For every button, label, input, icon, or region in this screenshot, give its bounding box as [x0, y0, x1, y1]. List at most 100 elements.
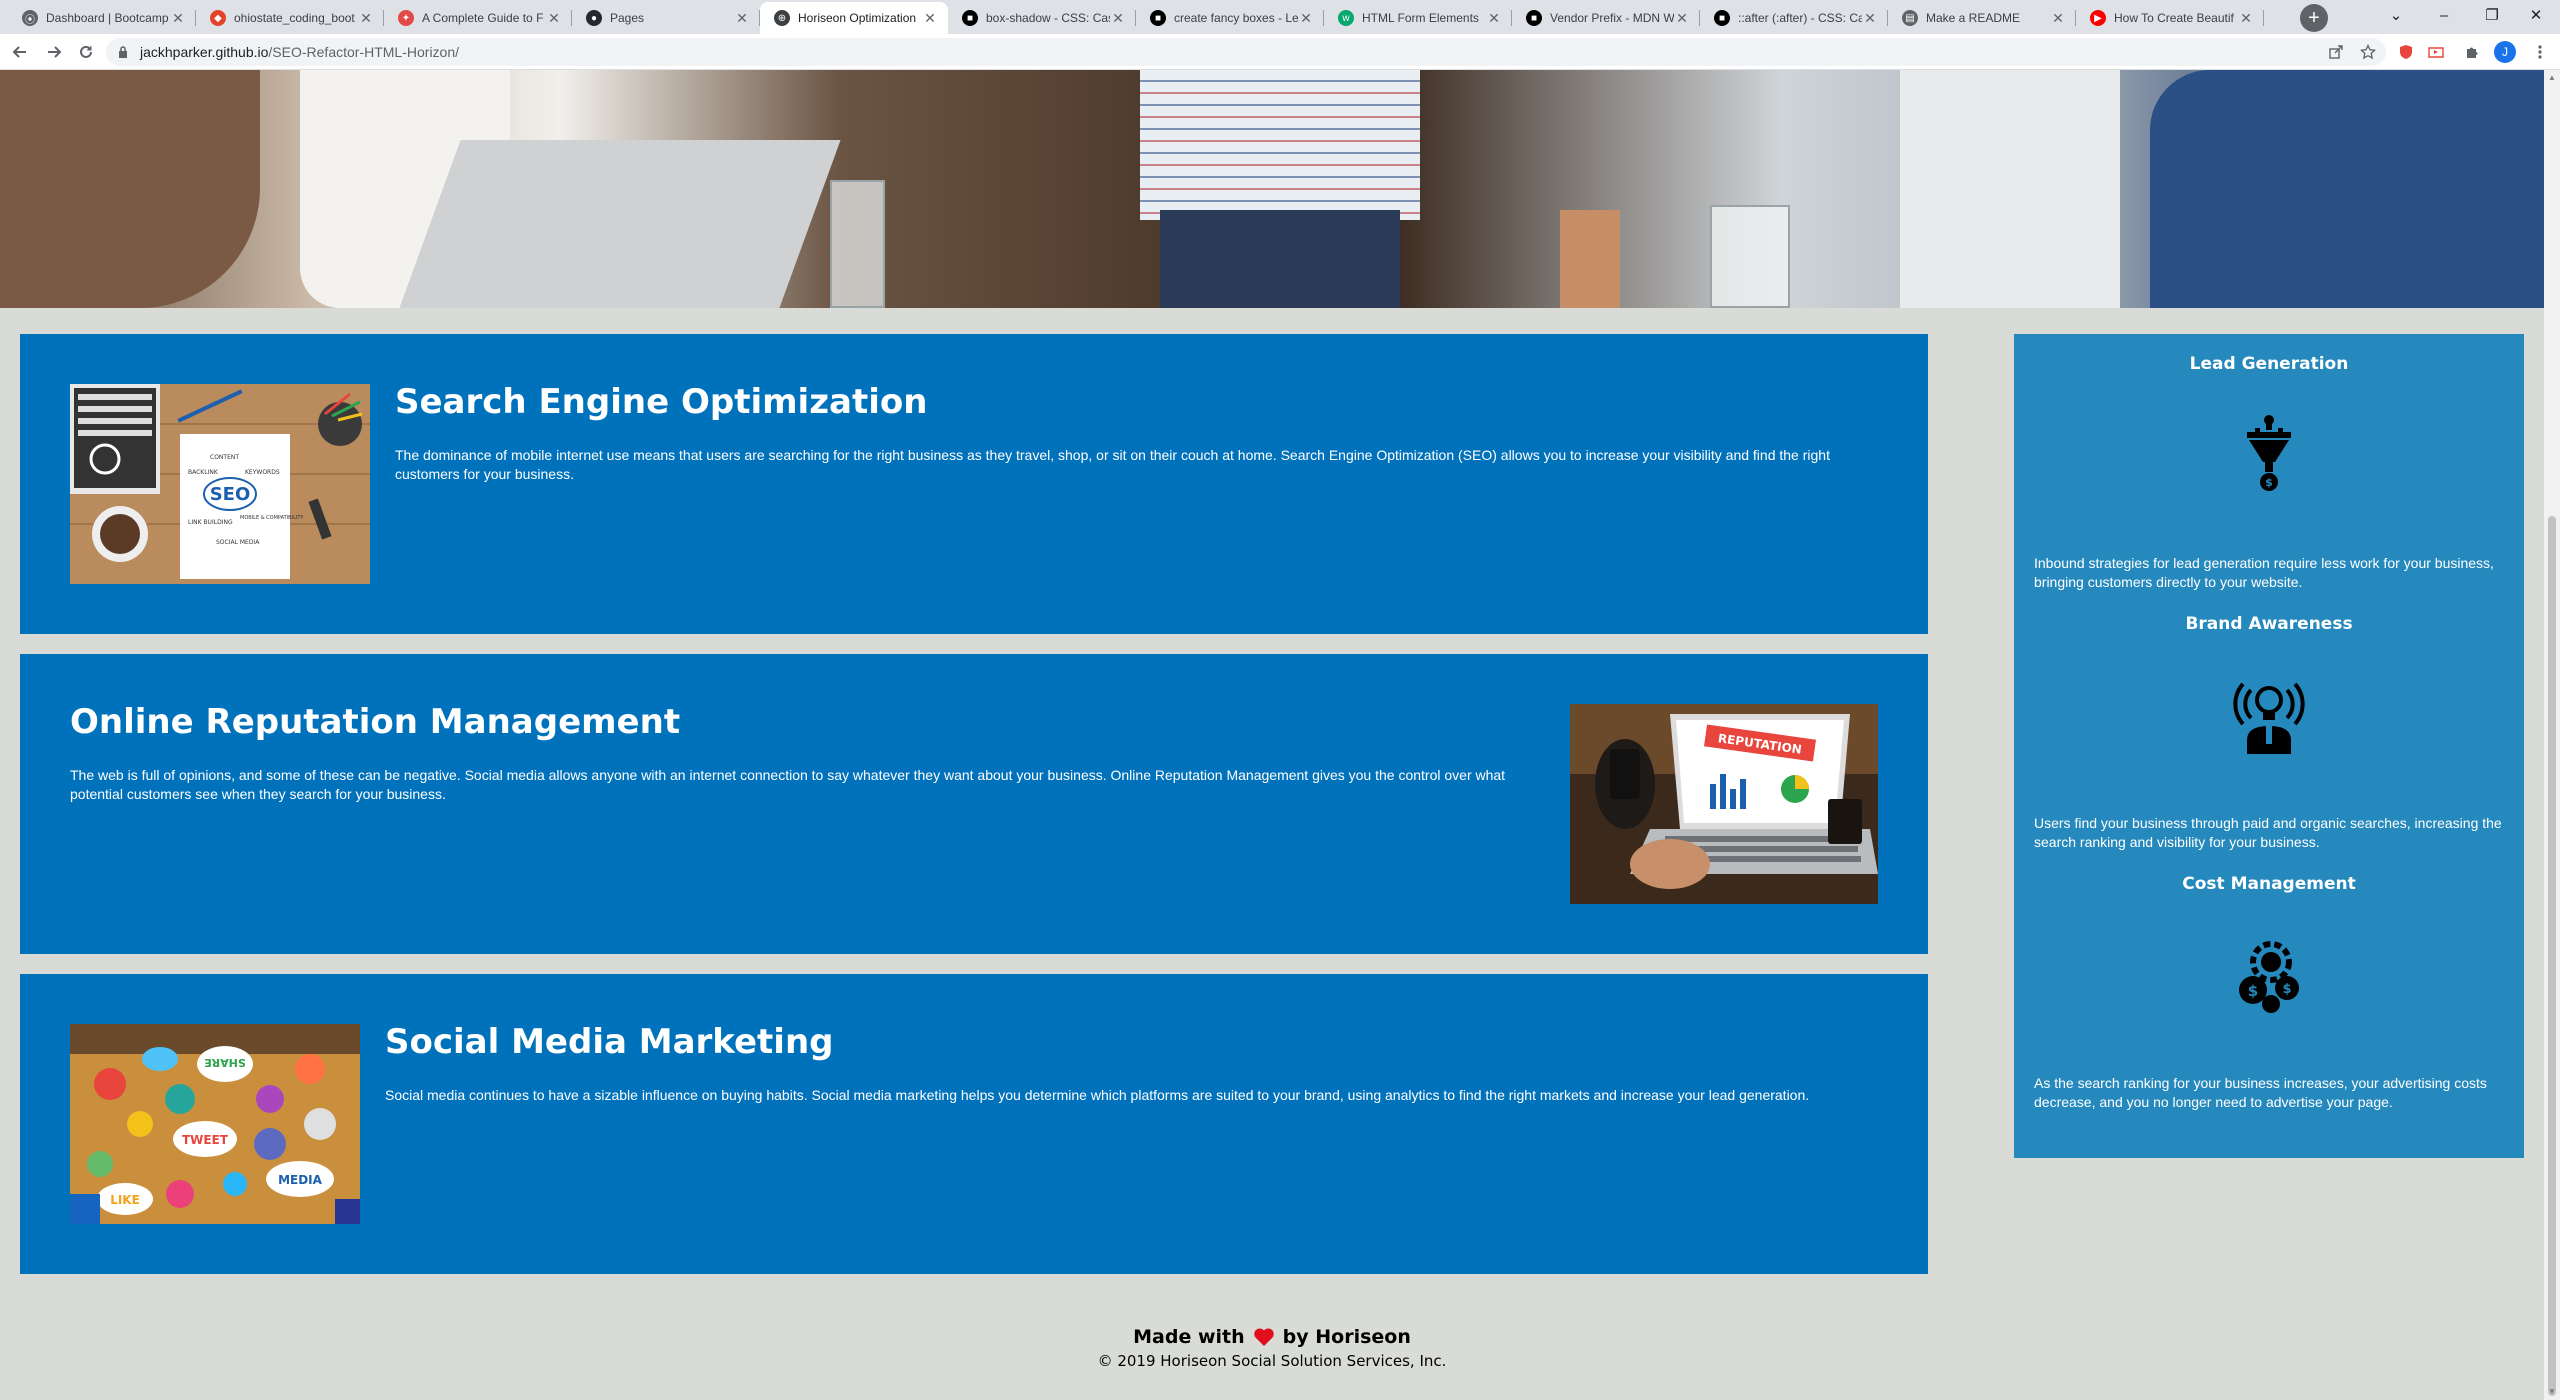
tab-close-icon[interactable]: ✕ [546, 10, 562, 27]
browser-tab[interactable]: ✦ A Complete Guide to F ✕ [384, 2, 572, 34]
benefit-lead-generation: Lead Generation $ Inbound strategies for… [2014, 354, 2524, 614]
tab-close-icon[interactable]: ✕ [358, 10, 374, 27]
tab-title: Make a README [1926, 11, 2021, 25]
extension-shield-icon[interactable] [2396, 42, 2416, 62]
scroll-down-arrow-icon[interactable]: ▼ [2548, 1388, 2556, 1396]
browser-tab[interactable]: ⊕ Horiseon Optimization ✕ [760, 2, 948, 34]
page-footer: Made with by Horiseon © 2019 Horiseon So… [0, 1326, 2544, 1370]
minimize-button[interactable]: – [2420, 0, 2468, 30]
forward-button[interactable] [42, 40, 66, 64]
seo-title: Search Engine Optimization [395, 382, 928, 422]
page-scrollbar[interactable]: ▲ ▼ [2544, 70, 2560, 1400]
extensions-puzzle-icon[interactable] [2462, 42, 2482, 62]
close-window-button[interactable]: ✕ [2512, 0, 2560, 30]
tab-favicon-icon: ⦿ [22, 10, 38, 26]
tab-close-icon[interactable]: ✕ [1486, 10, 1502, 27]
social-media-image: SHARE TWEET LIKE MEDIA [70, 1024, 360, 1224]
tab-close-icon[interactable]: ✕ [1674, 10, 1690, 27]
svg-text:KEYWORDS: KEYWORDS [245, 469, 280, 476]
address-bar[interactable]: jackhparker.github.io/SEO-Refactor-HTML-… [106, 38, 2386, 66]
tab-favicon-icon: ▶ [2090, 10, 2106, 26]
tab-favicon-icon: ■ [1150, 10, 1166, 26]
tab-title: ::after (:after) - CSS: Cas [1738, 11, 1862, 25]
tab-close-icon[interactable]: ✕ [922, 10, 938, 27]
tab-favicon-icon: ■ [962, 10, 978, 26]
reputation-description: The web is full of opinions, and some of… [70, 767, 1506, 802]
benefit-cost-management-title: Cost Management [2182, 874, 2356, 894]
browser-tab[interactable]: ⦿ Dashboard | Bootcamp ✕ [8, 2, 196, 34]
new-tab-button[interactable]: + [2300, 4, 2328, 32]
tab-close-icon[interactable]: ✕ [2238, 10, 2254, 27]
tab-close-icon[interactable]: ✕ [1298, 10, 1314, 27]
profile-avatar[interactable]: J [2494, 41, 2516, 63]
reputation-image: REPUTATION [1570, 704, 1878, 904]
browser-tab[interactable]: ▤ Make a README ✕ [1888, 2, 2076, 34]
svg-text:TWEET: TWEET [182, 1133, 229, 1147]
svg-text:MOBILE & COMPATIBILITY: MOBILE & COMPATIBILITY [240, 515, 304, 521]
scroll-up-arrow-icon[interactable]: ▲ [2548, 74, 2556, 82]
browser-tab[interactable]: ▶ How To Create Beautif ✕ [2076, 2, 2264, 34]
svg-text:SOCIAL MEDIA: SOCIAL MEDIA [216, 539, 260, 546]
tab-favicon-icon: ▤ [1902, 10, 1918, 26]
browser-tab[interactable]: ● Pages ✕ [572, 2, 760, 34]
hero-image [0, 70, 2544, 308]
tab-separator [2263, 10, 2264, 26]
tab-favicon-icon: ◆ [210, 10, 226, 26]
tab-close-icon[interactable]: ✕ [1110, 10, 1126, 27]
tab-title: Dashboard | Bootcamp [46, 11, 169, 25]
seo-description: The dominance of mobile internet use mea… [395, 447, 1830, 482]
social-media-card: SHARE TWEET LIKE MEDIA Social Media Mark… [20, 974, 1928, 1274]
benefit-brand-awareness: Brand Awareness Users find your business… [2014, 614, 2524, 874]
browser-tab[interactable]: ■::after (:after) - CSS: Cas ✕ [1700, 2, 1888, 34]
browser-menu-icon[interactable] [2530, 42, 2550, 62]
tab-title: create fancy boxes - Le [1174, 11, 1298, 25]
benefit-cost-management: Cost Management $ $ As the search rankin… [2014, 874, 2524, 1134]
tab-favicon-icon: w [1338, 10, 1354, 26]
svg-text:MEDIA: MEDIA [278, 1173, 323, 1187]
tab-title: box-shadow - CSS: Cas [986, 11, 1110, 25]
browser-tab[interactable]: w HTML Form Elements ✕ [1324, 2, 1512, 34]
browser-tab-strip: ⦿ Dashboard | Bootcamp ✕ ◆ ohiostate_coding_… [0, 0, 2560, 34]
footer-made-with: Made with [1133, 1326, 1245, 1348]
social-media-description: Social media continues to have a sizable… [385, 1087, 1810, 1103]
tab-title: Horiseon Optimization [798, 11, 917, 25]
browser-tab[interactable]: ◆ ohiostate_coding_boot ✕ [196, 2, 384, 34]
share-icon[interactable] [2326, 42, 2346, 62]
back-button[interactable] [8, 40, 32, 64]
tab-favicon-icon: ■ [1714, 10, 1730, 26]
scrollbar-thumb[interactable] [2548, 516, 2556, 1396]
tab-close-icon[interactable]: ✕ [170, 10, 186, 27]
browser-tab[interactable]: ■ Vendor Prefix - MDN W ✕ [1512, 2, 1700, 34]
reputation-title: Online Reputation Management [70, 702, 681, 742]
lightbulb-person-icon [2229, 674, 2309, 754]
browser-toolbar: jackhparker.github.io/SEO-Refactor-HTML-… [0, 34, 2560, 70]
funnel-dollar-icon: $ [2229, 414, 2309, 494]
heart-icon [1253, 1328, 1274, 1346]
url-path: /SEO-Refactor-HTML-Horizon/ [268, 44, 460, 60]
url-host: jackhparker.github.io [140, 44, 269, 60]
tab-close-icon[interactable]: ✕ [734, 10, 750, 27]
reputation-card: Online Reputation Management The web is … [20, 654, 1928, 954]
benefit-lead-generation-title: Lead Generation [2189, 354, 2349, 374]
extension-cast-icon[interactable] [2426, 42, 2446, 62]
tab-close-icon[interactable]: ✕ [1862, 10, 1878, 27]
tab-search-button[interactable]: ⌄ [2372, 0, 2420, 30]
reload-button[interactable] [74, 40, 98, 64]
reload-icon [80, 45, 92, 58]
svg-text:$: $ [2265, 476, 2273, 489]
bookmark-star-icon[interactable] [2358, 42, 2378, 62]
tab-title: Vendor Prefix - MDN W [1550, 11, 1674, 25]
svg-text:CONTENT: CONTENT [210, 454, 239, 461]
benefit-cost-management-text: As the search ranking for your business … [2034, 1075, 2487, 1110]
url-text: jackhparker.github.io/SEO-Refactor-HTML-… [140, 44, 459, 60]
browser-tab[interactable]: ■ box-shadow - CSS: Cas ✕ [948, 2, 1136, 34]
benefit-lead-generation-text: Inbound strategies for lead generation r… [2034, 555, 2494, 590]
tab-close-icon[interactable]: ✕ [2050, 10, 2066, 27]
benefit-brand-awareness-text: Users find your business through paid an… [2034, 815, 2502, 850]
tab-title: How To Create Beautif [2114, 11, 2234, 25]
tab-title: HTML Form Elements [1362, 11, 1479, 25]
benefits-sidebar: Lead Generation $ Inbound strategies for… [2014, 334, 2524, 1158]
browser-tab[interactable]: ■ create fancy boxes - Le ✕ [1136, 2, 1324, 34]
restore-button[interactable]: ❐ [2468, 0, 2516, 30]
svg-text:LIKE: LIKE [110, 1193, 140, 1207]
